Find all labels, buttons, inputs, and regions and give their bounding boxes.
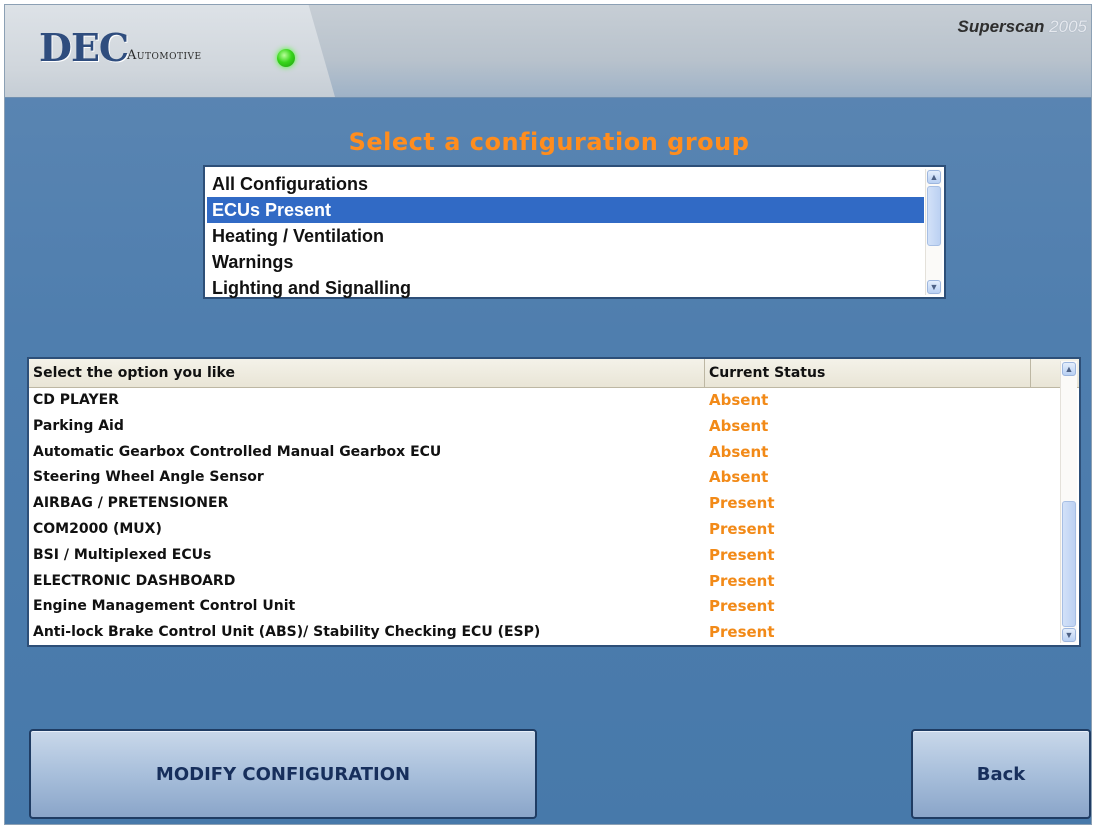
table-body: CD PLAYER Absent Parking Aid Absent Automa… [29,388,1059,646]
group-list: All Configurations ECUs Present Heating … [207,171,924,301]
table-row[interactable]: BSI / Multiplexed ECUs Present [29,543,1059,569]
scroll-thumb[interactable] [927,186,941,246]
option-status: Present [709,545,775,564]
option-name: Engine Management Control Unit [33,598,296,615]
table-row[interactable]: COM2000 (MUX) Present [29,517,1059,543]
option-name: Anti-lock Brake Control Unit (ABS)/ Stab… [33,624,541,641]
scroll-thumb[interactable] [1062,501,1076,627]
option-status: Present [709,519,775,538]
header-bar: DEC Automotive Superscan 2005 [5,5,1091,98]
option-name: Automatic Gearbox Controlled Manual Gear… [33,443,442,460]
option-name: BSI / Multiplexed ECUs [33,546,212,563]
logo-dec-text: DEC [39,25,129,70]
option-status: Absent [709,391,769,409]
page-title: Select a configuration group [348,128,750,156]
option-status: Absent [709,416,769,435]
option-status: Present [709,597,775,616]
dec-automotive-logo: DEC Automotive [39,25,295,75]
group-item-heating-ventilation[interactable]: Heating / Ventilation [207,223,924,249]
table-header: Select the option you like Current Statu… [29,359,1079,388]
table-row[interactable]: Steering Wheel Angle Sensor Absent [29,465,1059,491]
brand-year: 2005 [1049,17,1087,36]
brand-name: Superscan [957,17,1045,36]
column-header-option[interactable]: Select the option you like [29,359,705,387]
product-brand: Superscan 2005 [958,17,1088,37]
logo-automotive-text: Automotive [127,48,202,63]
table-row[interactable]: Automatic Gearbox Controlled Manual Gear… [29,440,1059,466]
options-scrollbar[interactable]: ▲ ▼ [1060,361,1077,643]
group-item-lighting-signalling[interactable]: Lighting and Signalling [207,275,924,301]
group-item-warnings[interactable]: Warnings [207,249,924,275]
table-row[interactable]: AIRBAG / PRETENSIONER Present [29,491,1059,517]
option-name: Parking Aid [33,417,124,434]
group-scrollbar[interactable]: ▲ ▼ [925,169,942,295]
option-name: COM2000 (MUX) [33,520,162,537]
option-status: Absent [709,468,769,487]
configuration-group-listbox[interactable]: All Configurations ECUs Present Heating … [203,165,946,299]
status-led-icon [277,49,295,67]
option-status: Present [709,494,775,513]
option-status: Present [709,571,775,590]
scroll-down-icon[interactable]: ▼ [927,280,941,294]
table-row[interactable]: Parking Aid Absent [29,414,1059,440]
scroll-down-icon[interactable]: ▼ [1062,628,1076,642]
app-window: DEC Automotive Superscan 2005 Select a c… [4,4,1092,825]
option-status: Present [709,623,775,642]
table-row[interactable]: ELECTRONIC DASHBOARD Present [29,569,1059,595]
back-button[interactable]: Back [911,729,1091,819]
scroll-up-icon[interactable]: ▲ [927,170,941,184]
option-name: Steering Wheel Angle Sensor [33,469,264,486]
table-row[interactable]: CD PLAYER Absent [29,388,1059,414]
modify-configuration-button[interactable]: MODIFY CONFIGURATION [29,729,537,819]
scroll-up-icon[interactable]: ▲ [1062,362,1076,376]
options-table: Select the option you like Current Statu… [27,357,1081,647]
group-item-all-configurations[interactable]: All Configurations [207,171,924,197]
option-name: CD PLAYER [33,392,119,408]
group-item-ecus-present[interactable]: ECUs Present [207,197,924,223]
table-row[interactable]: Anti-lock Brake Control Unit (ABS)/ Stab… [29,620,1059,646]
option-name: ELECTRONIC DASHBOARD [33,572,236,589]
table-row[interactable]: Engine Management Control Unit Present [29,594,1059,620]
option-status: Absent [709,442,769,461]
column-header-status[interactable]: Current Status [705,359,1031,387]
option-name: AIRBAG / PRETENSIONER [33,495,229,512]
